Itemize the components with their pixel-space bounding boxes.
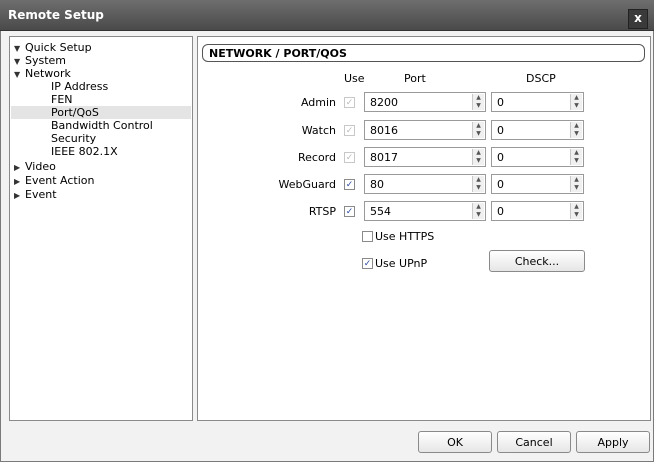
port-spinner[interactable]: ▲ ▼	[472, 122, 484, 138]
spin-down-icon[interactable]: ▼	[571, 211, 582, 219]
tree-item-port-qos[interactable]: Port/QoS	[11, 106, 191, 119]
dscp-input-webguard[interactable]: 0 ▲ ▼	[491, 174, 584, 194]
spin-down-icon[interactable]: ▼	[571, 157, 582, 165]
apply-button[interactable]: Apply	[576, 431, 650, 453]
row-label-rtsp: RTSP	[308, 205, 336, 218]
section-title: NETWORK / PORT/QOS	[202, 44, 645, 62]
use-checkbox-webguard[interactable]: ✓	[344, 179, 355, 190]
dscp-input-admin[interactable]: 0 ▲ ▼	[491, 92, 584, 112]
close-icon[interactable]: x	[628, 9, 648, 29]
column-header-dscp: DSCP	[526, 72, 556, 85]
cancel-button[interactable]: Cancel	[497, 431, 571, 453]
ok-button[interactable]: OK	[418, 431, 492, 453]
tree-item-system[interactable]: ▼ System	[14, 54, 66, 67]
dscp-input-rtsp[interactable]: 0 ▲ ▼	[491, 201, 584, 221]
dscp-input-record[interactable]: 0 ▲ ▼	[491, 147, 584, 167]
tree-item-bandwidth-control[interactable]: Bandwidth Control	[51, 119, 153, 132]
dscp-spinner[interactable]: ▲ ▼	[570, 149, 582, 165]
row-label-record: Record	[297, 151, 336, 164]
tree-item-fen[interactable]: FEN	[51, 93, 73, 106]
spin-down-icon[interactable]: ▼	[473, 130, 484, 138]
port-input-rtsp[interactable]: 554 ▲ ▼	[364, 201, 486, 221]
tree-item-event[interactable]: ▶ Event	[14, 188, 57, 201]
port-input-admin[interactable]: 8200 ▲ ▼	[364, 92, 486, 112]
use-checkbox-watch[interactable]: ✓	[344, 125, 355, 136]
port-spinner[interactable]: ▲ ▼	[472, 176, 484, 192]
row-label-watch: Watch	[301, 124, 336, 137]
spin-down-icon[interactable]: ▼	[473, 102, 484, 110]
port-spinner[interactable]: ▲ ▼	[472, 94, 484, 110]
port-spinner[interactable]: ▲ ▼	[472, 149, 484, 165]
window-title: Remote Setup	[8, 8, 104, 22]
use-checkbox-admin[interactable]: ✓	[344, 97, 355, 108]
column-header-use: Use	[344, 72, 365, 85]
spin-down-icon[interactable]: ▼	[571, 130, 582, 138]
port-input-watch[interactable]: 8016 ▲ ▼	[364, 120, 486, 140]
upnp-check-button[interactable]: Check...	[489, 250, 585, 272]
tree-item-ip-address[interactable]: IP Address	[51, 80, 108, 93]
use-upnp-checkbox[interactable]: ✓	[362, 258, 373, 269]
expand-arrow-icon: ▶	[14, 191, 21, 200]
tree-item-quick-setup[interactable]: ▼ Quick Setup	[14, 41, 92, 54]
tree-item-ieee-8021x[interactable]: IEEE 802.1X	[51, 145, 118, 158]
spin-down-icon[interactable]: ▼	[473, 157, 484, 165]
expand-arrow-icon: ▼	[14, 70, 21, 79]
tree-item-video[interactable]: ▶ Video	[14, 160, 56, 173]
dscp-spinner[interactable]: ▲ ▼	[570, 122, 582, 138]
expand-arrow-icon: ▶	[14, 163, 21, 172]
spin-down-icon[interactable]: ▼	[473, 211, 484, 219]
dscp-spinner[interactable]: ▲ ▼	[570, 176, 582, 192]
dscp-spinner[interactable]: ▲ ▼	[570, 203, 582, 219]
port-input-record[interactable]: 8017 ▲ ▼	[364, 147, 486, 167]
spin-down-icon[interactable]: ▼	[571, 102, 582, 110]
port-input-webguard[interactable]: 80 ▲ ▼	[364, 174, 486, 194]
row-label-admin: Admin	[300, 96, 336, 109]
expand-arrow-icon: ▶	[14, 177, 21, 186]
settings-tree: ▼ Quick Setup ▼ System ▼ Network IP Address…	[9, 36, 193, 421]
tree-item-network[interactable]: ▼ Network	[14, 67, 71, 80]
use-checkbox-rtsp[interactable]: ✓	[344, 206, 355, 217]
use-https-label: Use HTTPS	[375, 230, 435, 243]
port-spinner[interactable]: ▲ ▼	[472, 203, 484, 219]
use-checkbox-record[interactable]: ✓	[344, 152, 355, 163]
column-header-port: Port	[404, 72, 426, 85]
spin-down-icon[interactable]: ▼	[473, 184, 484, 192]
dscp-input-watch[interactable]: 0 ▲ ▼	[491, 120, 584, 140]
row-label-webguard: WebGuard	[278, 178, 336, 191]
dscp-spinner[interactable]: ▲ ▼	[570, 94, 582, 110]
use-https-checkbox[interactable]	[362, 231, 373, 242]
spin-down-icon[interactable]: ▼	[571, 184, 582, 192]
window-titlebar: Remote Setup x	[0, 0, 654, 31]
tree-item-security[interactable]: Security	[51, 132, 96, 145]
tree-item-event-action[interactable]: ▶ Event Action	[14, 174, 94, 187]
use-upnp-label: Use UPnP	[375, 257, 428, 270]
